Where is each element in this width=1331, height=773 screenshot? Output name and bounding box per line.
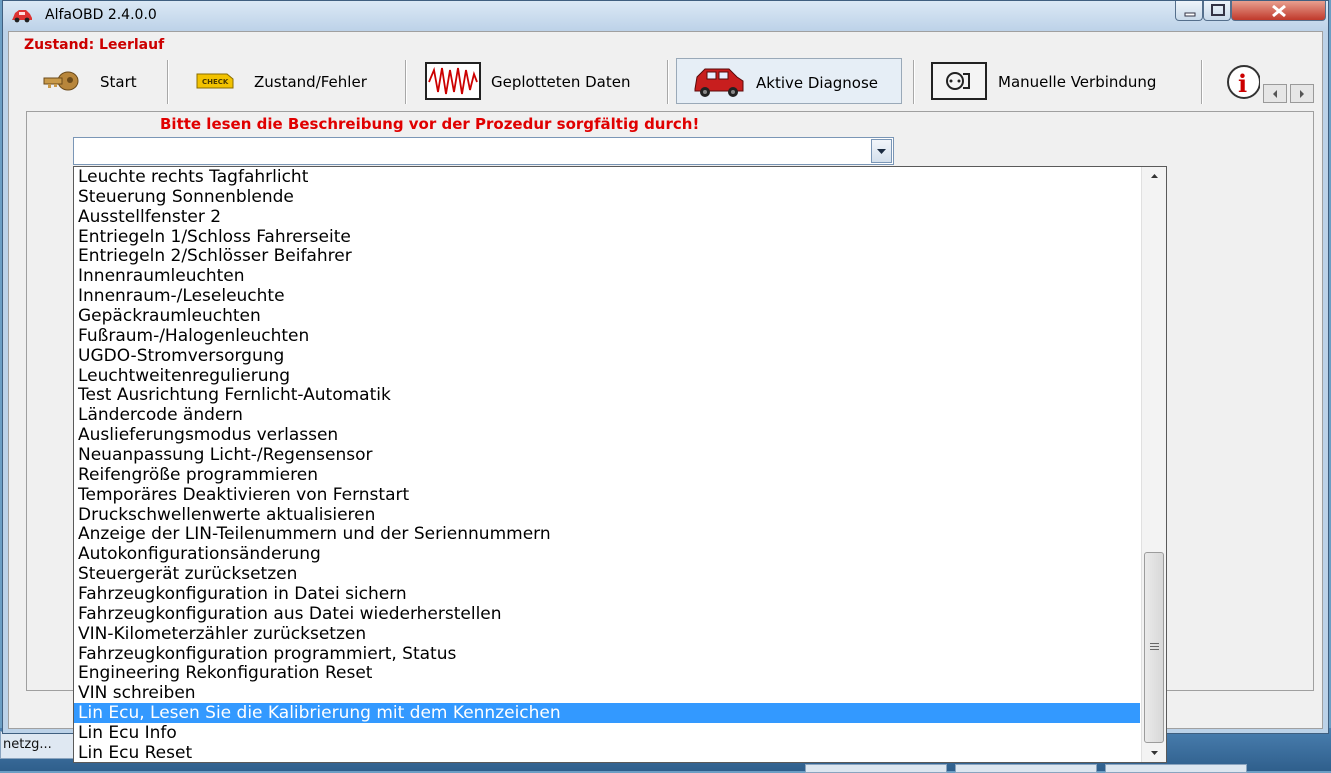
- info-icon[interactable]: i: [1224, 64, 1260, 100]
- instruction-text: Bitte lesen die Beschreibung vor der Pro…: [160, 115, 700, 133]
- procedure-select[interactable]: [73, 137, 894, 165]
- taskbar-button[interactable]: [955, 764, 1097, 773]
- procedure-option[interactable]: Engineering Rekonfiguration Reset: [74, 663, 1140, 684]
- toolbar-separator: [405, 60, 407, 104]
- procedure-option[interactable]: Entriegeln 2/Schlösser Beifahrer: [74, 246, 1140, 267]
- chevron-up-icon: [1151, 174, 1158, 178]
- minimize-icon: [1184, 12, 1196, 17]
- procedure-option[interactable]: Anzeige der LIN-Teilenummern und der Ser…: [74, 524, 1140, 545]
- procedure-option[interactable]: Innenraum-/Leseleuchte: [74, 286, 1140, 306]
- key-icon: [43, 71, 79, 91]
- chevron-left-icon: [1273, 90, 1277, 98]
- close-button[interactable]: [1231, 1, 1326, 21]
- procedure-option[interactable]: Lin Ecu Reset: [74, 743, 1140, 762]
- procedure-option[interactable]: Gepäckraumleuchten: [74, 306, 1140, 326]
- procedure-option[interactable]: Innenraumleuchten: [74, 266, 1140, 286]
- scroll-down-button[interactable]: [1142, 745, 1166, 762]
- procedure-option[interactable]: Reifengröße programmieren: [74, 465, 1140, 485]
- procedure-option[interactable]: Fahrzeugkonfiguration aus Datei wiederhe…: [74, 604, 1140, 624]
- procedure-option[interactable]: Lin Ecu Info: [74, 723, 1140, 743]
- procedure-option[interactable]: Temporäres Deaktivieren von Fernstart: [74, 485, 1140, 505]
- connector-icon: [931, 62, 987, 100]
- chevron-right-icon: [1300, 90, 1304, 98]
- procedure-option[interactable]: Steuerung Sonnenblende: [74, 187, 1140, 207]
- toolbar-geplotteten-daten-button[interactable]: Geplotteten Daten: [422, 58, 657, 104]
- toolbar-zustand-fehler-label: Zustand/Fehler: [254, 73, 367, 91]
- procedure-option[interactable]: UGDO-Stromversorgung: [74, 346, 1140, 366]
- waveform-icon: [425, 62, 481, 100]
- window-title: AlfaOBD 2.4.0.0: [45, 7, 157, 23]
- toolbar-separator: [913, 60, 915, 104]
- close-icon: [1272, 4, 1286, 18]
- check-engine-icon: CHECK: [196, 73, 234, 89]
- procedure-select-toggle[interactable]: [871, 139, 892, 163]
- toolbar-separator: [667, 60, 669, 104]
- toolbar-separator: [167, 60, 169, 104]
- scroll-up-button[interactable]: [1142, 167, 1166, 184]
- procedure-option[interactable]: Ländercode ändern: [74, 405, 1140, 425]
- procedure-option[interactable]: Autokonfigurationsänderung: [74, 544, 1140, 564]
- car-icon: [694, 68, 744, 97]
- procedure-option[interactable]: Druckschwellenwerte aktualisieren: [74, 505, 1140, 525]
- maximize-button[interactable]: [1203, 1, 1231, 21]
- procedure-dropdown-list: Leuchte rechts Tagfahrlicht Steuerung Son…: [73, 166, 1167, 763]
- toolbar-start-label: Start: [100, 73, 137, 91]
- procedure-option[interactable]: Entriegeln 1/Schloss Fahrerseite: [74, 227, 1140, 247]
- maximize-icon: [1211, 4, 1225, 16]
- procedure-option[interactable]: Neuanpassung Licht-/Regensensor: [74, 445, 1140, 465]
- toolbar-scroll-right-button[interactable]: [1290, 84, 1314, 103]
- procedure-option[interactable]: VIN-Kilometerzähler zurücksetzen: [74, 624, 1140, 644]
- procedure-options: Leuchte rechts Tagfahrlicht Steuerung Son…: [74, 167, 1140, 762]
- minimize-button[interactable]: [1175, 1, 1203, 21]
- toolbar-aktive-diagnose-button[interactable]: Aktive Diagnose: [676, 58, 902, 104]
- toolbar-separator: [1201, 60, 1203, 104]
- procedure-option[interactable]: Fußraum-/Halogenleuchten: [74, 326, 1140, 346]
- procedure-option[interactable]: Fahrzeugkonfiguration in Datei sichern: [74, 584, 1140, 604]
- taskbar-button[interactable]: [805, 764, 947, 773]
- title-bar[interactable]: AlfaOBD 2.4.0.0: [3, 1, 1328, 31]
- desktop-taskbar-item[interactable]: netzg...: [0, 731, 80, 759]
- procedure-option[interactable]: Lin Ecu, Lesen Sie die Kalibrierung mit …: [74, 703, 1140, 724]
- scrollbar-thumb[interactable]: [1144, 552, 1164, 743]
- app-car-icon: [12, 10, 32, 23]
- svg-text:i: i: [1238, 69, 1247, 98]
- svg-text:CHECK: CHECK: [202, 78, 229, 86]
- toolbar-geplotteten-daten-label: Geplotteten Daten: [491, 73, 631, 91]
- chevron-down-icon: [1151, 751, 1158, 755]
- toolbar-start-button[interactable]: Start: [34, 58, 154, 104]
- procedure-option[interactable]: Leuchte rechts Tagfahrlicht: [74, 167, 1140, 187]
- toolbar-aktive-diagnose-label: Aktive Diagnose: [756, 74, 879, 92]
- grip-icon: [1150, 643, 1159, 650]
- toolbar-scroll-left-button[interactable]: [1263, 84, 1287, 103]
- toolbar-manuelle-verbindung-label: Manuelle Verbindung: [998, 73, 1157, 91]
- taskbar-button[interactable]: [1105, 764, 1247, 773]
- toolbar-manuelle-verbindung-button[interactable]: Manuelle Verbindung: [925, 58, 1195, 104]
- dropdown-scrollbar[interactable]: [1141, 167, 1166, 762]
- toolbar-scroll: [1263, 84, 1315, 103]
- procedure-option[interactable]: VIN schreiben: [74, 683, 1140, 703]
- toolbar-zustand-fehler-button[interactable]: CHECK Zustand/Fehler: [185, 58, 395, 104]
- chevron-down-icon: [877, 149, 886, 154]
- connection-status: Zustand: Leerlauf: [24, 37, 165, 53]
- procedure-option[interactable]: Auslieferungsmodus verlassen: [74, 425, 1140, 445]
- procedure-option[interactable]: Test Ausrichtung Fernlicht-Automatik: [74, 385, 1140, 406]
- procedure-option[interactable]: Steuergerät zurücksetzen: [74, 564, 1140, 584]
- procedure-option[interactable]: Leuchtweitenregulierung: [74, 366, 1140, 386]
- procedure-option[interactable]: Fahrzeugkonfiguration programmiert, Stat…: [74, 644, 1140, 664]
- procedure-option[interactable]: Ausstellfenster 2: [74, 207, 1140, 227]
